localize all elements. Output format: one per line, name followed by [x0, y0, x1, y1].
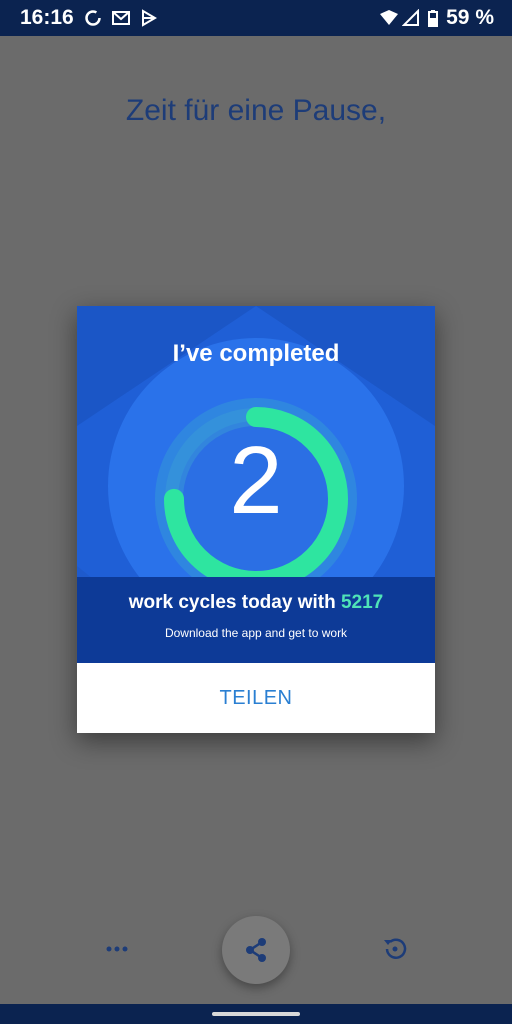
play-icon: [142, 9, 157, 27]
page-headline: Zeit für eine Pause,: [125, 94, 387, 127]
card-title: I’ve completed: [172, 340, 340, 367]
signal-icon: [402, 9, 419, 26]
share-card: I’ve completed 2 work cycles today with …: [77, 306, 435, 663]
status-bar: 16:16 59 %: [0, 0, 512, 36]
battery-percent: 59 %: [446, 6, 494, 29]
stats-band: [77, 577, 435, 663]
cycles-line: work cycles today with 5217: [77, 592, 435, 614]
sync-icon: [85, 10, 101, 26]
gmail-icon: [112, 11, 130, 25]
teilen-button[interactable]: TEILEN: [77, 663, 435, 733]
card-subtitle: Download the app and get to work: [164, 626, 348, 640]
share-dialog: I’ve completed 2 work cycles today with …: [77, 306, 435, 733]
share-button[interactable]: [222, 916, 290, 984]
cycle-count: 2: [229, 427, 283, 534]
wifi-icon: [380, 10, 398, 25]
more-dots-icon[interactable]: [104, 936, 130, 962]
cycles-text: work cycles today with: [128, 592, 341, 613]
history-icon[interactable]: [380, 934, 410, 964]
home-handle[interactable]: [212, 1012, 300, 1016]
battery-icon: [428, 10, 438, 27]
app-count: 5217: [340, 592, 384, 613]
share-icon: [246, 938, 266, 962]
status-time: 16:16: [20, 6, 74, 29]
